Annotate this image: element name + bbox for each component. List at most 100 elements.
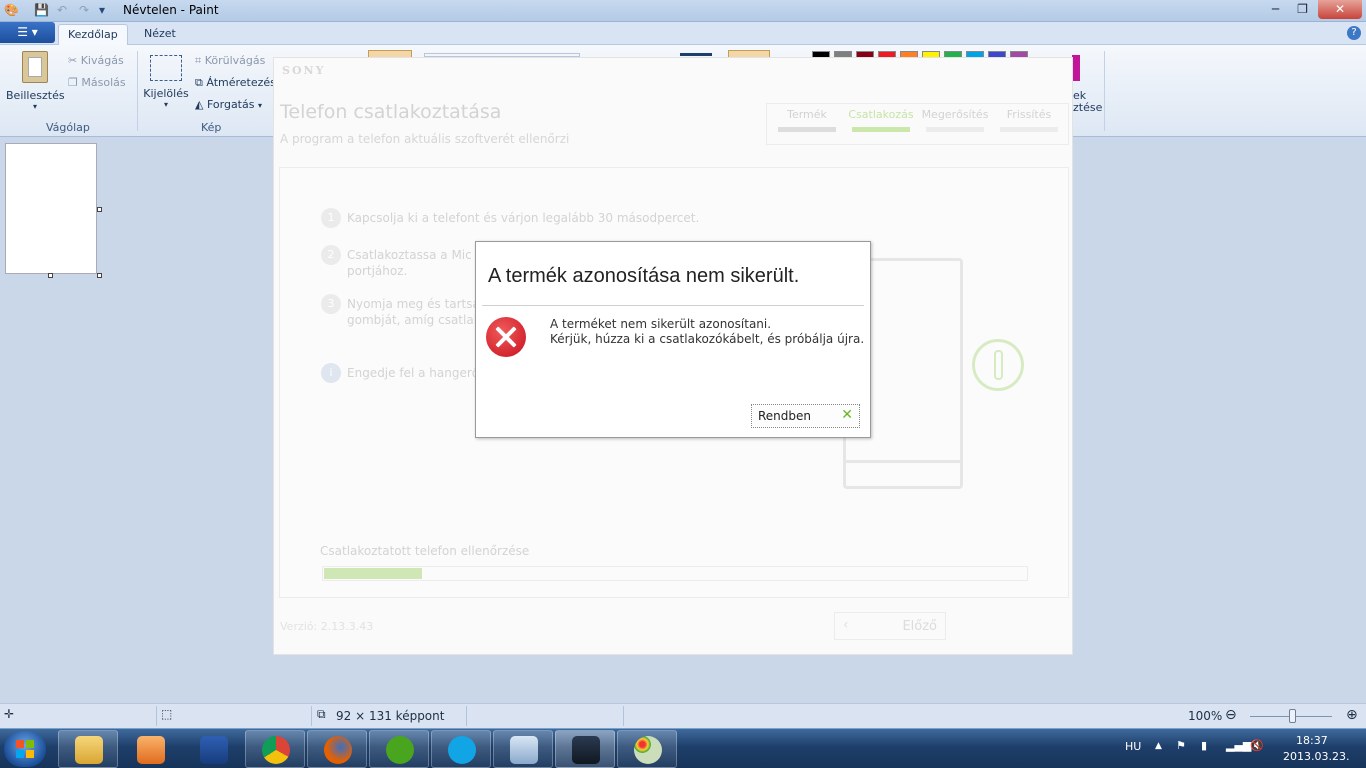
resize-handle-bottom[interactable] bbox=[48, 273, 53, 278]
version-label: Verzió: 2.13.3.43 bbox=[280, 620, 374, 633]
taskbar-remote-desktop[interactable] bbox=[493, 730, 553, 768]
redo-icon[interactable]: ↷ bbox=[79, 3, 89, 17]
edit-colors-icon[interactable] bbox=[1072, 55, 1080, 81]
dialog-title: A termék azonosítása nem sikerült. bbox=[488, 265, 800, 287]
rotate-button[interactable]: ◭ Forgatás ▾ bbox=[195, 98, 262, 111]
media-player-icon bbox=[137, 736, 165, 764]
step-bar bbox=[852, 127, 910, 132]
help-icon[interactable]: ? bbox=[1347, 26, 1361, 40]
zoom-out-icon[interactable]: ⊖ bbox=[1225, 707, 1237, 723]
crop-icon: ⌗ bbox=[195, 54, 202, 67]
select-button[interactable]: Kijelölés ▾ bbox=[142, 55, 190, 109]
taskbar-media-player[interactable] bbox=[120, 730, 180, 768]
save-icon[interactable]: 💾 bbox=[34, 3, 49, 17]
maximize-button[interactable]: ❐ bbox=[1289, 0, 1316, 19]
edit-colors-label-line2: ztése bbox=[1073, 101, 1103, 114]
previous-button-label: Előző bbox=[902, 619, 937, 634]
close-button[interactable]: ✕ bbox=[1318, 0, 1362, 19]
ribbon-tab-bar: ☰ ▾ Kezdőlap Nézet ? bbox=[0, 22, 1366, 45]
taskbar-chrome[interactable] bbox=[245, 730, 305, 768]
undo-icon[interactable]: ↶ bbox=[57, 3, 67, 17]
paint-palette-icon bbox=[634, 736, 662, 764]
monitor-icon bbox=[510, 736, 538, 764]
status-separator bbox=[311, 706, 312, 726]
resize-handle-right[interactable] bbox=[97, 207, 102, 212]
ok-button-label: Rendben bbox=[758, 409, 812, 423]
instruction-text: gombját, amíg csatlak bbox=[347, 313, 481, 327]
scissors-icon: ✂ bbox=[68, 54, 78, 67]
taskbar-explorer[interactable] bbox=[58, 730, 118, 768]
paint-menu-button[interactable]: ☰ ▾ bbox=[0, 22, 55, 43]
zoom-slider-thumb[interactable] bbox=[1289, 709, 1296, 723]
clock-time[interactable]: 18:37 bbox=[1296, 734, 1328, 747]
drawing-canvas[interactable] bbox=[5, 143, 97, 274]
resize-button[interactable]: ⧉ Átméretezés bbox=[195, 76, 276, 90]
taskbar-disk-app[interactable] bbox=[183, 730, 243, 768]
status-separator bbox=[156, 706, 157, 726]
taskbar-utorrent[interactable] bbox=[369, 730, 429, 768]
taskbar-firefox[interactable] bbox=[307, 730, 367, 768]
power-icon[interactable]: ▮ bbox=[1201, 739, 1207, 752]
rotate-icon: ◭ bbox=[195, 98, 204, 111]
page-title: Telefon csatlakoztatása bbox=[280, 101, 502, 123]
cut-button[interactable]: ✂ Kivágás bbox=[68, 54, 124, 67]
tab-view[interactable]: Nézet bbox=[135, 24, 185, 45]
error-dialog: A termék azonosítása nem sikerült. A ter… bbox=[475, 241, 871, 438]
instruction-text: Engedje fel a hangerő bbox=[347, 366, 480, 380]
chrome-icon bbox=[262, 736, 290, 764]
error-icon bbox=[486, 317, 526, 357]
ribbon-separator bbox=[137, 51, 138, 131]
paste-button[interactable]: Beillesztés ▾ bbox=[6, 51, 65, 111]
tab-home[interactable]: Kezdőlap bbox=[58, 24, 128, 45]
size-button-fragment[interactable] bbox=[680, 53, 712, 56]
paint-app-icon[interactable]: 🎨 bbox=[4, 3, 19, 17]
folder-icon bbox=[75, 736, 103, 764]
instruction-text: Csatlakoztassa a Mic bbox=[347, 248, 472, 262]
taskbar-skype[interactable] bbox=[431, 730, 491, 768]
step-number-badge: 1 bbox=[321, 208, 341, 228]
chevron-left-icon: ‹ bbox=[843, 617, 849, 633]
volume-muted-icon[interactable]: 🔇 bbox=[1250, 739, 1264, 752]
utorrent-icon bbox=[386, 736, 414, 764]
customize-quick-access-icon[interactable]: ▾ bbox=[99, 3, 105, 17]
crop-button[interactable]: ⌗ Körülvágás bbox=[195, 54, 265, 68]
zoom-in-icon[interactable]: ⊕ bbox=[1346, 707, 1358, 723]
phone-update-icon bbox=[572, 736, 600, 764]
language-indicator[interactable]: HU bbox=[1125, 740, 1141, 753]
step-bar bbox=[778, 127, 836, 132]
step-label: Frissítés bbox=[1006, 108, 1052, 121]
minimize-button[interactable]: ─ bbox=[1262, 0, 1289, 19]
selection-rectangle-icon bbox=[150, 55, 182, 81]
ok-button[interactable]: Rendben ✕ bbox=[751, 404, 860, 428]
paste-label: Beillesztés bbox=[6, 89, 65, 102]
image-group-label: Kép bbox=[201, 121, 222, 134]
clipboard-icon bbox=[22, 51, 48, 83]
dialog-message-line1: A terméket nem sikerült azonosítani. bbox=[550, 317, 772, 331]
start-button[interactable] bbox=[4, 731, 46, 767]
sony-logo: SONY bbox=[282, 64, 326, 77]
action-center-flag-icon[interactable]: ⚑ bbox=[1176, 739, 1186, 752]
status-bar: ✛ ⬚ ⧉ 92 × 131 képpont 100% ⊖ ⊕ bbox=[0, 703, 1366, 728]
check-status-label: Csatlakoztatott telefon ellenőrzése bbox=[320, 544, 530, 558]
phone-base bbox=[846, 460, 960, 486]
network-signal-icon[interactable]: ▂▄▆ bbox=[1226, 739, 1251, 752]
chevron-down-icon: ▾ bbox=[32, 102, 37, 111]
status-separator bbox=[466, 706, 467, 726]
windows-logo-icon bbox=[16, 740, 34, 758]
previous-button[interactable]: ‹ Előző bbox=[834, 612, 946, 640]
taskbar-paint[interactable] bbox=[617, 730, 677, 768]
close-icon: ✕ bbox=[841, 407, 853, 423]
chevron-down-icon: ▾ bbox=[257, 101, 262, 110]
copy-button[interactable]: ❐ Másolás bbox=[68, 76, 126, 89]
canvas-size-icon: ⧉ bbox=[317, 707, 326, 721]
progress-fill bbox=[324, 568, 422, 579]
selection-size-icon: ⬚ bbox=[161, 707, 173, 721]
step-label: Csatlakozás bbox=[848, 108, 914, 121]
zoom-level: 100% bbox=[1188, 709, 1223, 723]
resize-handle-corner[interactable] bbox=[97, 273, 102, 278]
taskbar-sony-update[interactable] bbox=[555, 730, 615, 768]
dialog-message-line2: Kérjük, húzza ki a csatlakozókábelt, és … bbox=[550, 332, 865, 346]
show-hidden-icons[interactable]: ▲ bbox=[1155, 741, 1162, 751]
clock-date[interactable]: 2013.03.23. bbox=[1283, 750, 1349, 763]
chevron-down-icon: ▾ bbox=[163, 100, 168, 109]
